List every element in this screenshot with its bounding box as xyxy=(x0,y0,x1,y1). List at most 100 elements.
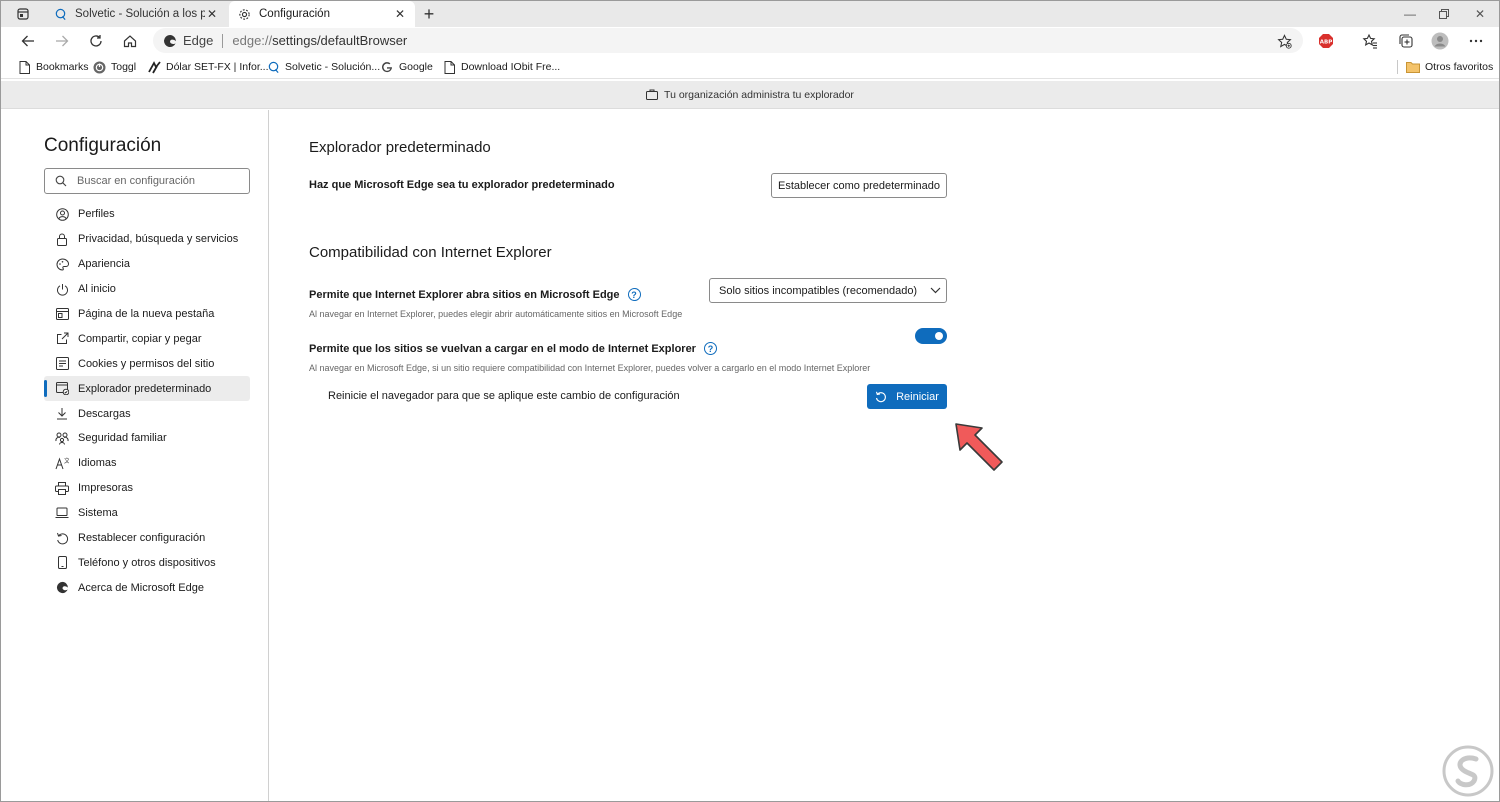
allow-ie-dropdown[interactable]: Solo sitios incompatibles (recomendado) xyxy=(709,278,947,303)
default-browser-label: Haz que Microsoft Edge sea tu explorador… xyxy=(309,179,615,191)
laptop-icon xyxy=(55,506,69,520)
search-icon xyxy=(53,7,67,21)
edge-logo-icon xyxy=(55,581,69,595)
tab-actions-icon[interactable] xyxy=(9,5,37,23)
sidebar-item-nueva-pestana[interactable]: Página de la nueva pestaña xyxy=(44,302,250,327)
set-default-button[interactable]: Establecer como predeterminado xyxy=(771,173,947,198)
settings-sidebar: Configuración Perfiles Privacidad, búsqu… xyxy=(1,110,269,801)
palette-icon xyxy=(55,257,69,271)
settings-content: Explorador predeterminado Haz que Micros… xyxy=(270,110,1499,801)
set-fx-icon xyxy=(147,60,161,74)
sidebar-item-al-inicio[interactable]: Al inicio xyxy=(44,277,250,302)
profile-avatar-icon[interactable] xyxy=(1427,29,1453,53)
bookmark-item[interactable]: Toggl xyxy=(92,58,136,76)
managed-banner: Tu organización administra tu explorador xyxy=(1,81,1499,109)
reload-ie-description: Al navegar en Microsoft Edge, si un siti… xyxy=(309,363,871,373)
chevron-down-icon xyxy=(924,287,946,294)
default-browser-icon xyxy=(55,382,69,396)
sidebar-item-acerca-de[interactable]: Acerca de Microsoft Edge xyxy=(44,575,250,600)
new-tab-button[interactable]: + xyxy=(419,4,439,24)
power-icon xyxy=(55,282,69,296)
svg-text:ABP: ABP xyxy=(1320,40,1332,46)
allow-ie-label: Permite que Internet Explorer abra sitio… xyxy=(309,288,641,301)
ie-compat-title: Compatibilidad con Internet Explorer xyxy=(309,244,552,261)
settings-search[interactable] xyxy=(44,168,250,194)
bookmark-item[interactable]: Download IObit Fre... xyxy=(442,58,560,76)
address-bar[interactable]: Edge edge://settings/defaultBrowser xyxy=(153,28,1303,53)
help-icon[interactable]: ? xyxy=(627,288,641,301)
back-icon[interactable] xyxy=(15,29,41,53)
sidebar-item-idiomas[interactable]: 文 Idiomas xyxy=(44,451,250,476)
close-window-icon[interactable]: ✕ xyxy=(1463,1,1497,27)
collections-icon[interactable] xyxy=(1393,29,1419,53)
sidebar-item-seguridad-familiar[interactable]: Seguridad familiar xyxy=(44,426,250,451)
home-icon[interactable] xyxy=(117,29,143,53)
bookmark-item[interactable]: Bookmarks xyxy=(17,58,89,76)
browser-window: Solvetic - Solución a los problem ✕ Conf… xyxy=(0,0,1500,802)
phone-icon xyxy=(55,556,69,570)
reset-icon xyxy=(55,531,69,545)
search-input[interactable] xyxy=(77,175,237,187)
close-tab-icon[interactable]: ✕ xyxy=(393,7,407,21)
svg-text:文: 文 xyxy=(64,457,69,465)
search-icon xyxy=(55,175,67,187)
cookies-icon xyxy=(55,357,69,371)
tab-title: Configuración xyxy=(259,8,330,20)
sidebar-nav: Perfiles Privacidad, búsqueda y servicio… xyxy=(44,202,250,600)
bookmark-separator xyxy=(1397,60,1398,74)
search-icon xyxy=(266,60,280,74)
sidebar-item-privacidad[interactable]: Privacidad, búsqueda y servicios xyxy=(44,227,250,252)
restart-icon xyxy=(875,391,887,403)
sidebar-item-compartir[interactable]: Compartir, copiar y pegar xyxy=(44,326,250,351)
sidebar-item-descargas[interactable]: Descargas xyxy=(44,401,250,426)
bookmark-item[interactable]: Solvetic - Solución... xyxy=(266,58,380,76)
folder-icon xyxy=(1406,60,1420,74)
sidebar-item-sistema[interactable]: Sistema xyxy=(44,501,250,526)
toggl-icon xyxy=(92,60,106,74)
bookmark-item[interactable]: Dólar SET-FX | Infor... xyxy=(147,58,269,76)
dropdown-selected-value: Solo sitios incompatibles (recomendado) xyxy=(719,284,918,297)
other-favorites[interactable]: Otros favoritos xyxy=(1406,58,1493,76)
close-tab-icon[interactable]: ✕ xyxy=(205,7,219,21)
sidebar-item-cookies[interactable]: Cookies y permisos del sitio xyxy=(44,351,250,376)
add-favorite-icon[interactable] xyxy=(1275,32,1293,50)
new-tab-page-icon xyxy=(55,307,69,321)
tab-configuracion[interactable]: Configuración ✕ xyxy=(229,1,415,27)
share-icon xyxy=(55,332,69,346)
sidebar-item-explorador-predeterminado[interactable]: Explorador predeterminado xyxy=(44,376,250,402)
url-text[interactable]: edge://settings/defaultBrowser xyxy=(232,33,407,48)
sidebar-item-apariencia[interactable]: Apariencia xyxy=(44,252,250,277)
help-icon[interactable]: ? xyxy=(703,342,717,355)
edge-logo-icon xyxy=(163,34,177,48)
allow-ie-description: Al navegar en Internet Explorer, puedes … xyxy=(309,309,683,319)
page-icon xyxy=(442,60,456,74)
edge-label: Edge xyxy=(183,33,214,48)
more-menu-icon[interactable] xyxy=(1463,29,1489,53)
adblock-extension-icon[interactable]: ABP xyxy=(1313,29,1339,53)
reload-ie-mode-toggle[interactable] xyxy=(915,328,947,344)
restore-icon[interactable] xyxy=(1427,1,1461,27)
download-icon xyxy=(55,407,69,421)
printer-icon xyxy=(55,481,69,495)
language-icon: 文 xyxy=(55,456,69,470)
bookmark-item[interactable]: Google xyxy=(380,58,433,76)
sidebar-item-perfiles[interactable]: Perfiles xyxy=(44,202,250,227)
forward-icon[interactable] xyxy=(49,29,75,53)
refresh-icon[interactable] xyxy=(83,29,109,53)
page-icon xyxy=(17,60,31,74)
toggle-knob xyxy=(935,332,943,340)
minimize-icon[interactable]: — xyxy=(1393,1,1427,27)
gear-icon xyxy=(237,7,251,21)
restart-button[interactable]: Reiniciar xyxy=(867,384,947,409)
family-icon xyxy=(55,431,69,445)
favorites-icon[interactable] xyxy=(1357,29,1383,53)
tab-solvetic[interactable]: Solvetic - Solución a los problem ✕ xyxy=(45,1,227,27)
sidebar-item-restablecer[interactable]: Restablecer configuración xyxy=(44,526,250,551)
tab-title: Solvetic - Solución a los problem xyxy=(75,8,205,20)
sidebar-item-impresoras[interactable]: Impresoras xyxy=(44,476,250,501)
tab-strip: Solvetic - Solución a los problem ✕ Conf… xyxy=(1,1,1499,27)
sidebar-item-telefono[interactable]: Teléfono y otros dispositivos xyxy=(44,550,250,575)
briefcase-icon xyxy=(646,89,659,100)
red-arrow-pointer-icon xyxy=(950,412,1006,479)
edge-badge: Edge xyxy=(163,33,213,48)
